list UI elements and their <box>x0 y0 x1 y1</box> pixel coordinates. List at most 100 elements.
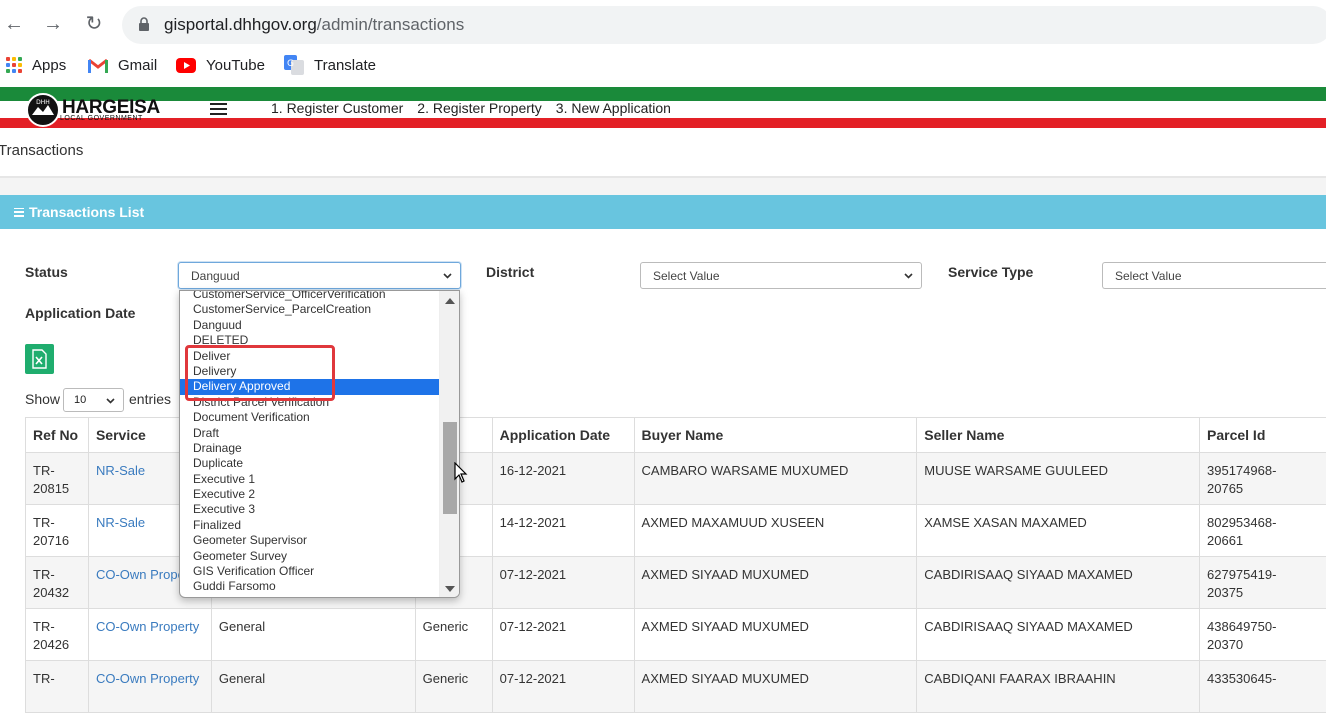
lock-icon <box>138 17 150 31</box>
cell-buyer-name: AXMED SIYAAD MUXUMED <box>634 661 917 713</box>
back-arrow-icon[interactable]: ← <box>2 12 26 36</box>
panel-header: Transactions List <box>0 195 1326 229</box>
nav-register-property[interactable]: 2. Register Property <box>417 100 542 116</box>
bookmark-translate[interactable]: G Translate <box>284 55 376 75</box>
highlight-annotation <box>185 345 335 401</box>
url-text: gisportal.dhhgov.org/admin/transactions <box>164 15 464 35</box>
status-dropdown-list[interactable]: CustomerService_OfficerVerificationCusto… <box>179 290 460 598</box>
bookmark-youtube[interactable]: YouTube <box>176 55 265 75</box>
dropdown-option[interactable]: Draft <box>180 426 441 441</box>
dropdown-option[interactable]: GIS Verification Officer <box>180 564 441 579</box>
cell-buyer-name: CAMBARO WARSAME MUXUMED <box>634 453 917 505</box>
export-excel-button[interactable] <box>25 344 54 374</box>
cell-seller-name: MUUSE WARSAME GUULEED <box>917 453 1200 505</box>
dropdown-option[interactable]: Geometer Supervisor <box>180 533 441 548</box>
cell-kind: Generic <box>415 609 492 661</box>
logo-emblem-icon: DHH <box>26 93 60 127</box>
dropdown-scrollbar[interactable] <box>439 291 459 598</box>
col-application-date[interactable]: Application Date <box>492 418 634 453</box>
cell-ref-no: TR- 20432 <box>26 557 89 609</box>
dropdown-option[interactable]: Document Verification <box>180 410 441 425</box>
cell-application-date: 07-12-2021 <box>492 661 634 713</box>
scroll-down-icon[interactable] <box>445 586 455 592</box>
table-row: TR-CO-Own PropertyGeneralGeneric07-12-20… <box>26 661 1326 713</box>
nav-register-customer[interactable]: 1. Register Customer <box>271 100 403 116</box>
youtube-icon <box>176 58 196 73</box>
cell-kind: Generic <box>415 661 492 713</box>
dropdown-option[interactable]: Executive 1 <box>180 472 441 487</box>
cell-service-link[interactable]: CO-Own Property <box>88 661 211 713</box>
col-seller-name[interactable]: Seller Name <box>917 418 1200 453</box>
flag-stripe-red <box>0 118 1326 128</box>
dropdown-option[interactable]: Guddi Farsomo <box>180 579 441 594</box>
translate-icon: G <box>284 55 304 75</box>
dropdown-option[interactable]: CustomerService_OfficerVerification <box>180 290 441 302</box>
cell-ref-no: TR- 20815 <box>26 453 89 505</box>
dropdown-option[interactable]: Geometer Survey <box>180 549 441 564</box>
cell-parcel-id: 433530645- <box>1200 661 1326 713</box>
dropdown-option[interactable]: Executive 2 <box>180 487 441 502</box>
cell-application-date: 16-12-2021 <box>492 453 634 505</box>
application-date-label: Application Date <box>25 305 135 321</box>
menu-toggle-icon[interactable] <box>210 103 227 115</box>
cell-parcel-id: 395174968- 20765 <box>1200 453 1326 505</box>
svg-text:DHH: DHH <box>36 99 50 106</box>
gmail-icon <box>88 58 108 73</box>
hargeisa-logo[interactable]: DHH HARGEISA LOCAL GOVERNMENT <box>26 92 160 128</box>
cell-parcel-id: 802953468- 20661 <box>1200 505 1326 557</box>
entries-label: entries <box>129 391 171 407</box>
reload-icon[interactable]: ↻ <box>82 12 106 36</box>
dropdown-option[interactable]: Executive 3 <box>180 502 441 517</box>
cell-buyer-name: AXMED SIYAAD MUXUMED <box>634 557 917 609</box>
logo-title: HARGEISA <box>62 99 160 117</box>
district-select[interactable]: Select Value <box>640 262 922 289</box>
mouse-cursor-icon <box>454 462 468 484</box>
service-type-select[interactable]: Select Value <box>1102 262 1326 289</box>
nav-new-application[interactable]: 3. New Application <box>556 100 671 116</box>
status-label: Status <box>25 264 68 280</box>
table-row: TR- 20426CO-Own PropertyGeneralGeneric07… <box>26 609 1326 661</box>
dropdown-option[interactable]: Duplicate <box>180 456 441 471</box>
col-ref-no[interactable]: Ref No <box>26 418 89 453</box>
cell-seller-name: CABDIRISAAQ SIYAAD MAXAMED <box>917 609 1200 661</box>
service-type-label: Service Type <box>948 264 1033 280</box>
dropdown-option[interactable]: Land Administration Manager <box>180 595 441 598</box>
cell-parcel-id: 627975419- 20375 <box>1200 557 1326 609</box>
flag-stripe-green <box>0 87 1326 101</box>
cell-type: General <box>211 609 415 661</box>
status-select[interactable]: Danguud <box>178 262 461 289</box>
cell-seller-name: CABDIRISAAQ SIYAAD MAXAMED <box>917 557 1200 609</box>
chevron-down-icon <box>904 271 913 280</box>
section-gap <box>0 178 1326 195</box>
cell-application-date: 07-12-2021 <box>492 609 634 661</box>
bookmark-apps[interactable]: Apps <box>6 55 66 75</box>
page-size-select[interactable]: 10 <box>63 388 124 412</box>
col-parcel-id[interactable]: Parcel Id <box>1200 418 1326 453</box>
list-icon <box>14 208 24 217</box>
top-nav: 1. Register Customer 2. Register Propert… <box>271 100 671 116</box>
forward-arrow-icon[interactable]: → <box>41 12 65 36</box>
bookmarks-bar: Apps Gmail YouTube G Translate <box>0 48 1326 82</box>
cell-ref-no: TR- 20426 <box>26 609 89 661</box>
url-field[interactable]: gisportal.dhhgov.org/admin/transactions <box>122 6 1326 44</box>
cell-application-date: 14-12-2021 <box>492 505 634 557</box>
cell-service-link[interactable]: CO-Own Property <box>88 609 211 661</box>
cell-ref-no: TR- 20716 <box>26 505 89 557</box>
col-buyer-name[interactable]: Buyer Name <box>634 418 917 453</box>
bookmark-gmail[interactable]: Gmail <box>88 55 157 75</box>
dropdown-option[interactable]: CustomerService_ParcelCreation <box>180 302 441 317</box>
show-label: Show <box>25 391 60 407</box>
cell-buyer-name: AXMED SIYAAD MUXUMED <box>634 609 917 661</box>
dropdown-option[interactable]: Finalized <box>180 518 441 533</box>
dropdown-option[interactable]: Danguud <box>180 318 441 333</box>
svg-text:G: G <box>287 59 294 69</box>
cell-type: General <box>211 661 415 713</box>
panel-title: Transactions List <box>14 204 144 220</box>
chevron-down-icon <box>106 396 115 405</box>
scroll-up-icon[interactable] <box>445 298 455 304</box>
cell-application-date: 07-12-2021 <box>492 557 634 609</box>
cell-buyer-name: AXMED MAXAMUUD XUSEEN <box>634 505 917 557</box>
dropdown-option[interactable]: Drainage <box>180 441 441 456</box>
excel-icon <box>30 349 49 369</box>
cell-seller-name: XAMSE XASAN MAXAMED <box>917 505 1200 557</box>
